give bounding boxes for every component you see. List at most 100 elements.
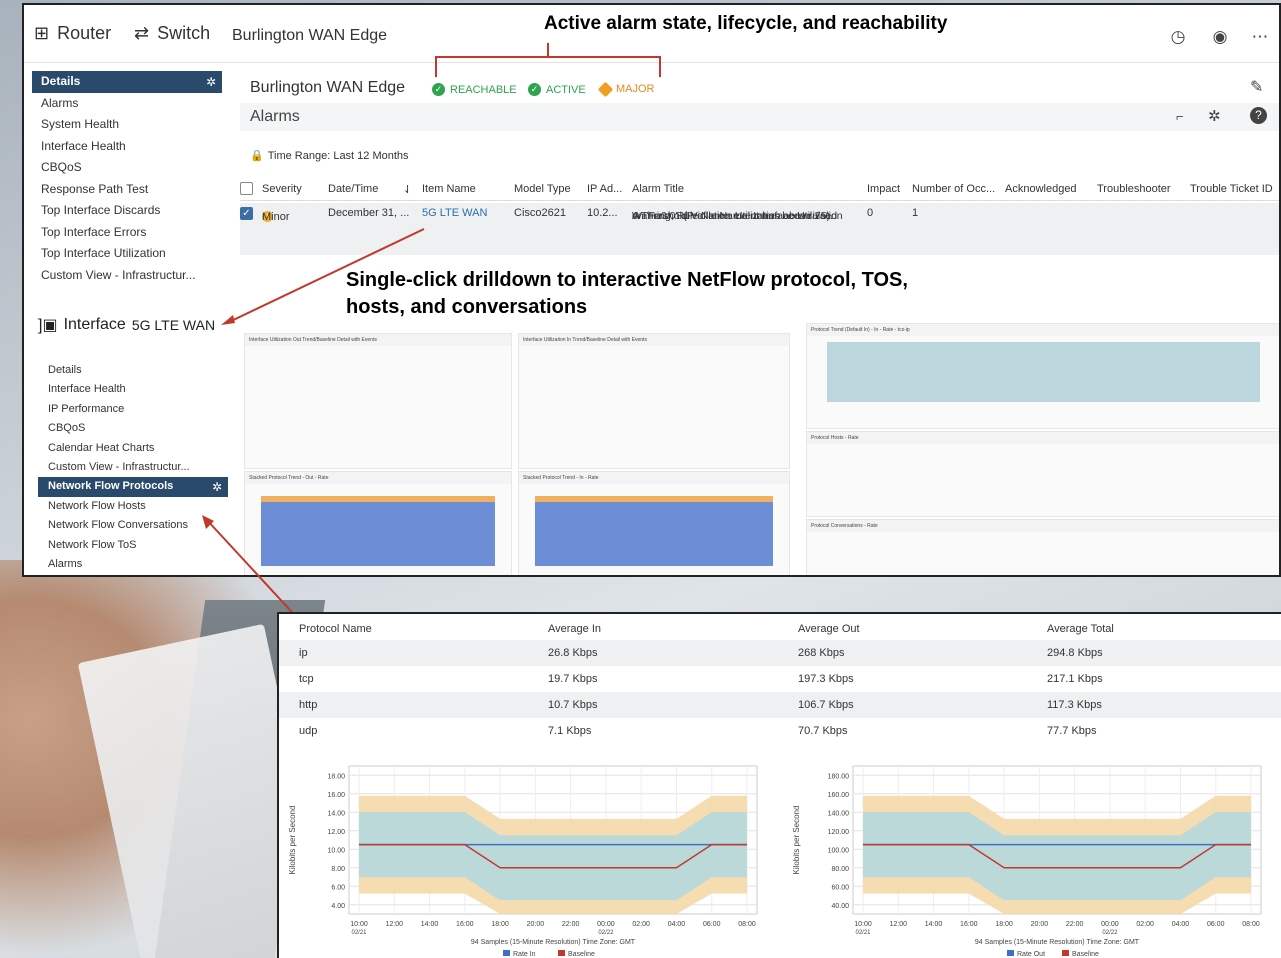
col-ticket[interactable]: Trouble Ticket ID <box>1190 183 1273 195</box>
select-all-checkbox[interactable] <box>240 182 253 195</box>
sidebar2-item-calendar-heat-charts[interactable]: Calendar Heat Charts <box>38 439 228 458</box>
sidebar2-item-details[interactable]: Details <box>38 361 228 380</box>
gear-icon[interactable]: ✲ <box>206 72 216 94</box>
sidebar2-item-interface-health[interactable]: Interface Health <box>38 380 228 399</box>
y-axis-label: Kilobits per Second <box>288 806 297 875</box>
sidebar2-item-cbqos[interactable]: CBQoS <box>38 419 228 438</box>
sidebar2-item-network-flow-protocols[interactable]: Network Flow Protocols ✲ <box>38 477 228 497</box>
y-tick-label: 100.00 <box>828 847 850 854</box>
x-tick-label: 00:00 <box>597 921 615 928</box>
status-badge-reachable: ✓ REACHABLE <box>432 83 517 96</box>
sidebar-item-details[interactable]: Details ✲ <box>32 71 222 93</box>
main-window: ⊞ Router ⇄ Switch Burlington WAN Edge Acti… <box>22 3 1281 577</box>
gear-icon[interactable]: ✲ <box>212 478 222 497</box>
annotation-mid: Single-click drilldown to interactive Ne… <box>346 269 908 318</box>
x-tick-label: 04:00 <box>1172 921 1190 928</box>
y-tick-label: 40.00 <box>831 903 849 910</box>
table-row[interactable]: tcp 19.7 Kbps 197.3 Kbps 217.1 Kbps <box>279 666 1281 692</box>
thumb-utilization-in[interactable]: Interface Utilization In Trend/Baseline … <box>518 333 790 469</box>
sidebar-item-system-health[interactable]: System Health <box>32 114 222 136</box>
table-row[interactable]: http 10.7 Kbps 106.7 Kbps 117.3 Kbps <box>279 692 1281 718</box>
x-tick-label: 12:00 <box>386 921 404 928</box>
alarms-panel-header <box>240 103 1279 131</box>
col-troubleshooter[interactable]: Troubleshooter <box>1097 183 1171 195</box>
x-sub-label: 02/21 <box>351 930 367 936</box>
collapse-icon[interactable]: ⌐ <box>1176 109 1184 124</box>
col-severity[interactable]: Severity <box>262 183 302 195</box>
y-tick-label: 6.00 <box>331 884 345 891</box>
y-tick-label: 8.00 <box>331 866 345 873</box>
gear-icon[interactable]: ✲ <box>1208 107 1221 125</box>
col-impact[interactable]: Impact <box>867 183 900 195</box>
more-icon[interactable]: ⋯ <box>1250 27 1270 47</box>
y-tick-label: 140.00 <box>828 810 850 817</box>
x-sub-label: 02/22 <box>1102 930 1118 936</box>
sidebar-item-top-interface-discards[interactable]: Top Interface Discards <box>32 200 222 222</box>
table-row[interactable]: udp 7.1 Kbps 70.7 Kbps 77.7 Kbps <box>279 718 1281 744</box>
x-tick-label: 08:00 <box>1242 921 1260 928</box>
y-tick-label: 16.00 <box>327 792 345 799</box>
thumb-stacked-in[interactable]: Stacked Protocol Trend - In - Rate <box>518 471 790 575</box>
thumb-protocol-trend[interactable]: Protocol Trend (Default In) - In - Rate … <box>806 323 1279 429</box>
sidebar2-item-network-flow-hosts[interactable]: Network Flow Hosts <box>38 497 228 516</box>
y-tick-label: 4.00 <box>331 903 345 910</box>
eye-icon[interactable]: ◉ <box>1210 27 1230 47</box>
sidebar-item-top-interface-errors[interactable]: Top Interface Errors <box>32 222 222 244</box>
lock-icon: 🔒 <box>250 150 264 162</box>
col-datetime[interactable]: Date/Time <box>328 183 378 195</box>
thumb-protocol-conversations[interactable]: Protocol Conversations - Rate <box>806 519 1279 575</box>
x-tick-label: 14:00 <box>925 921 943 928</box>
row-checkbox[interactable]: ✓ <box>240 207 253 220</box>
y-tick-label: 160.00 <box>828 792 850 799</box>
col-ip[interactable]: IP Ad... <box>587 183 622 195</box>
x-tick-label: 06:00 <box>703 921 721 928</box>
legend-label: Baseline <box>568 951 595 958</box>
sidebar2-item-ip-performance[interactable]: IP Performance <box>38 400 228 419</box>
sort-icon[interactable]: ⇃ <box>403 183 412 196</box>
sidebar2-item-custom-view[interactable]: Custom View - Infrastructur... <box>38 458 228 477</box>
thumb-protocol-hosts[interactable]: Protocol Hosts - Rate <box>806 431 1279 517</box>
y-tick-label: 12.00 <box>327 829 345 836</box>
switch-tab[interactable]: ⇄ Switch <box>134 23 210 44</box>
x-axis-label: 94 Samples (15-Minute Resolution) Time Z… <box>471 939 636 946</box>
check-icon: ✓ <box>432 83 445 96</box>
item-link[interactable]: 5G LTE WAN <box>422 207 487 219</box>
x-tick-label: 00:00 <box>1101 921 1119 928</box>
history-icon[interactable]: ◷ <box>1168 27 1188 47</box>
sidebar-item-response-path-test[interactable]: Response Path Test <box>32 179 222 201</box>
annotation-top: Active alarm state, lifecycle, and reach… <box>544 13 948 34</box>
x-tick-label: 20:00 <box>1031 921 1049 928</box>
device-breadcrumb: Burlington WAN Edge <box>232 27 388 44</box>
col-alarm-title[interactable]: Alarm Title <box>632 183 684 195</box>
table-row[interactable]: ip 26.8 Kbps 268 Kbps 294.8 Kbps <box>279 640 1281 666</box>
time-range[interactable]: 🔒 Time Range: Last 12 Months <box>250 149 409 162</box>
x-tick-label: 04:00 <box>668 921 686 928</box>
device-title: Burlington WAN Edge <box>250 79 406 96</box>
interface-header: ]▣ Interface 5G LTE WAN <box>38 316 216 334</box>
help-icon[interactable]: ? <box>1250 107 1267 124</box>
router-tab[interactable]: ⊞ Router <box>34 23 111 44</box>
sidebar-item-top-interface-utilization[interactable]: Top Interface Utilization <box>32 243 222 265</box>
sidebar-item-custom-view[interactable]: Custom View - Infrastructur... <box>32 265 222 287</box>
x-tick-label: 18:00 <box>491 921 509 928</box>
x-tick-label: 10:00 <box>854 921 872 928</box>
col-item-name[interactable]: Item Name <box>422 183 476 195</box>
x-tick-label: 22:00 <box>1066 921 1084 928</box>
x-tick-label: 06:00 <box>1207 921 1225 928</box>
alarms-table-header: Severity Date/Time ⇃ Item Name Model Typ… <box>240 179 1279 201</box>
thumb-utilization-out[interactable]: Interface Utilization Out Trend/Baseline… <box>244 333 512 469</box>
edit-icon[interactable]: ✎ <box>1250 77 1263 97</box>
col-occurrences[interactable]: Number of Occ... <box>912 183 995 195</box>
x-tick-label: 16:00 <box>960 921 978 928</box>
x-sub-label: 02/21 <box>855 930 871 936</box>
sidebar-item-alarms[interactable]: Alarms <box>32 93 222 115</box>
sidebar-item-interface-health[interactable]: Interface Health <box>32 136 222 158</box>
col-model-type[interactable]: Model Type <box>514 183 571 195</box>
y-tick-label: 18.00 <box>327 773 345 780</box>
sidebar-item-cbqos[interactable]: CBQoS <box>32 157 222 179</box>
x-axis-label: 94 Samples (15-Minute Resolution) Time Z… <box>975 939 1140 946</box>
col-acknowledged[interactable]: Acknowledged <box>1005 183 1077 195</box>
x-tick-label: 20:00 <box>527 921 545 928</box>
x-tick-label: 08:00 <box>738 921 756 928</box>
alarms-panel-title: Alarms <box>250 108 300 125</box>
